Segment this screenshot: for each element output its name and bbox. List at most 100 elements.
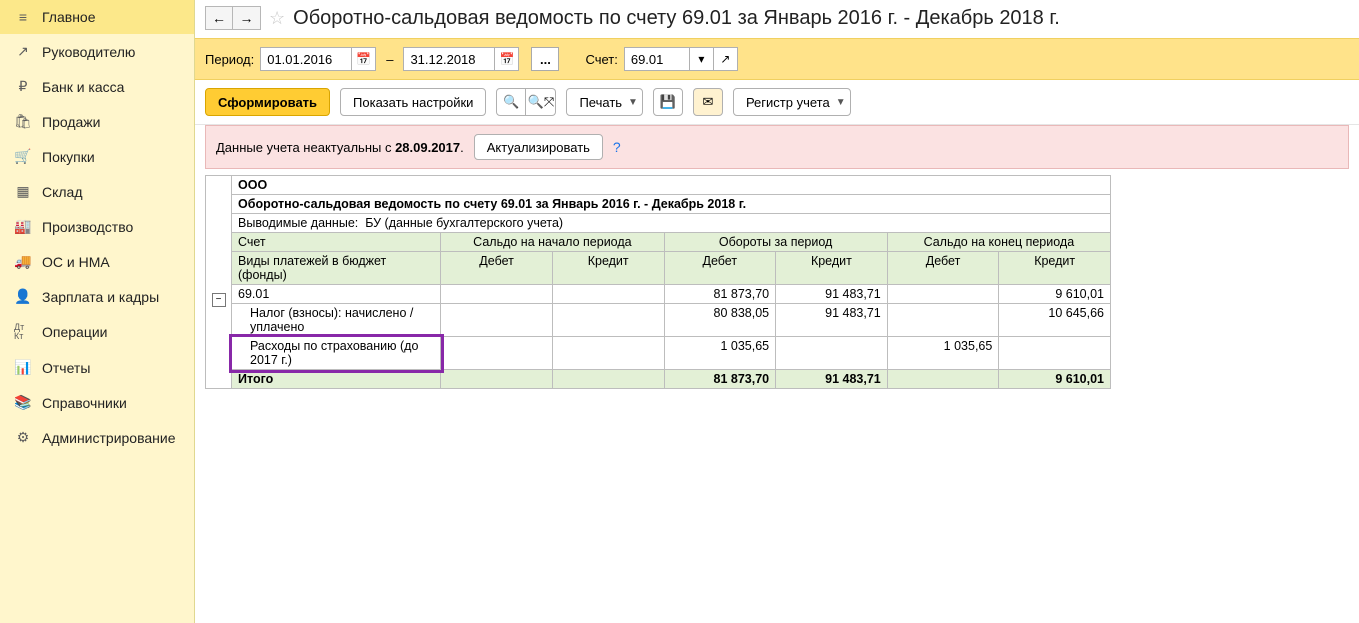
search-icon: 🔍 xyxy=(503,94,519,110)
open-icon: ↗ xyxy=(720,52,730,66)
table-total-row: Итого 81 873,70 91 483,71 9 610,01 xyxy=(232,370,1111,389)
table-row[interactable]: 69.01 81 873,70 91 483,71 9 610,01 xyxy=(232,285,1111,304)
barchart-icon: 📊 xyxy=(14,359,32,376)
command-bar: Сформировать Показать настройки 🔍 🔍⤧ Печ… xyxy=(195,80,1359,125)
register-label: Регистр учета xyxy=(746,95,830,110)
sidebar-item-warehouse[interactable]: ▦ Склад xyxy=(0,174,194,209)
email-button[interactable]: ✉ xyxy=(693,88,723,116)
sidebar-item-operations[interactable]: Дт Кт Операции xyxy=(0,314,194,350)
menu-icon: ≡ xyxy=(14,9,32,25)
params-bar: Период: 📅 – 📅 ... Счет: ▾ ↗ xyxy=(195,38,1359,80)
date-from-calendar-button[interactable]: 📅 xyxy=(352,47,376,71)
date-from-input[interactable] xyxy=(260,47,352,71)
chevron-down-icon: ▾ xyxy=(698,52,704,66)
save-button[interactable]: 💾 xyxy=(653,88,683,116)
sidebar-item-reports[interactable]: 📊 Отчеты xyxy=(0,350,194,385)
sidebar-item-label: Руководителю xyxy=(42,44,135,60)
period-dash: – xyxy=(382,52,397,67)
sidebar-item-label: Главное xyxy=(42,9,96,25)
ruble-icon: ₽ xyxy=(14,78,32,95)
sidebar: ≡Главное ↗Руководителю ₽Банк и касса 🛍Пр… xyxy=(0,0,195,623)
bag-icon: 🛍 xyxy=(14,113,32,130)
sidebar-item-label: Администрирование xyxy=(42,430,176,446)
sidebar-item-catalogs[interactable]: 📚Справочники xyxy=(0,385,194,420)
warning-bar: Данные учета неактуальны с 28.09.2017. А… xyxy=(205,125,1349,169)
sidebar-item-label: Отчеты xyxy=(42,360,90,376)
sidebar-item-purchases[interactable]: 🛒 Покупки xyxy=(0,139,194,174)
col-credit: Кредит xyxy=(999,252,1111,285)
cart-icon: 🛒 xyxy=(14,148,32,165)
col-turnover: Обороты за период xyxy=(664,233,887,252)
sidebar-item-payroll[interactable]: 👤Зарплата и кадры xyxy=(0,279,194,314)
sidebar-item-manager[interactable]: ↗ Руководителю xyxy=(0,34,194,69)
calendar-icon: 📅 xyxy=(499,52,514,66)
period-label: Период: xyxy=(205,52,254,67)
report-title-cell: Оборотно-сальдовая ведомость по счету 69… xyxy=(232,195,1111,214)
sidebar-item-label: Банк и касса xyxy=(42,79,124,95)
search-scope-button[interactable]: 🔍⤧ xyxy=(526,88,556,116)
col-credit: Кредит xyxy=(552,252,664,285)
period-picker-button[interactable]: ... xyxy=(531,47,559,71)
collapse-button[interactable]: − xyxy=(212,293,226,307)
sidebar-item-admin[interactable]: ⚙ Администрирование xyxy=(0,420,194,455)
sidebar-item-sales[interactable]: 🛍Продажи xyxy=(0,104,194,139)
sidebar-item-label: Справочники xyxy=(42,395,127,411)
outline-gutter: − xyxy=(205,175,231,389)
col-account: Счет xyxy=(232,233,441,252)
search-scope-icon: 🔍⤧ xyxy=(528,94,555,110)
nav-forward-button[interactable]: → xyxy=(233,6,261,30)
generate-label: Сформировать xyxy=(218,95,317,110)
page-title: Оборотно-сальдовая ведомость по счету 69… xyxy=(293,7,1060,30)
col-debit: Дебет xyxy=(664,252,776,285)
col-debit: Дебет xyxy=(887,252,999,285)
col-types: Виды платежей в бюджет (фонды) xyxy=(232,252,441,285)
report-area[interactable]: − ООО Оборотно-сальдовая ведомость по сч… xyxy=(205,175,1349,623)
floppy-icon: 💾 xyxy=(660,94,676,110)
chevron-down-icon: ▼ xyxy=(628,97,638,108)
help-icon[interactable]: ? xyxy=(613,139,621,155)
warning-text: Данные учета неактуальны с 28.09.2017. xyxy=(216,140,464,155)
col-opening: Сальдо на начало периода xyxy=(441,233,664,252)
chevron-down-icon: ▼ xyxy=(836,97,846,108)
favorite-star-icon[interactable]: ☆ xyxy=(269,8,285,29)
sidebar-item-label: Зарплата и кадры xyxy=(42,289,159,305)
nav-back-button[interactable]: ← xyxy=(205,6,233,30)
sidebar-item-label: Покупки xyxy=(42,149,95,165)
show-settings-button[interactable]: Показать настройки xyxy=(340,88,486,116)
sidebar-item-main[interactable]: ≡ Главное xyxy=(0,0,194,34)
calendar-icon: 📅 xyxy=(356,52,371,66)
org-cell: ООО xyxy=(232,176,1111,195)
sidebar-item-label: Операции xyxy=(42,324,108,340)
sidebar-item-label: Производство xyxy=(42,219,133,235)
generate-button[interactable]: Сформировать xyxy=(205,88,330,116)
col-credit: Кредит xyxy=(776,252,888,285)
chart-up-icon: ↗ xyxy=(14,43,32,60)
actualize-button[interactable]: Актуализировать xyxy=(474,134,603,160)
report-table: ООО Оборотно-сальдовая ведомость по счет… xyxy=(231,175,1111,389)
main-area: ← → ☆ Оборотно-сальдовая ведомость по сч… xyxy=(195,0,1359,623)
col-closing: Сальдо на конец периода xyxy=(887,233,1110,252)
account-label: Счет: xyxy=(585,52,617,67)
report-meta-cell: Выводимые данные: БУ (данные бухгалтерск… xyxy=(232,214,1111,233)
print-label: Печать xyxy=(579,95,622,110)
account-open-button[interactable]: ↗ xyxy=(714,47,738,71)
account-dropdown-button[interactable]: ▾ xyxy=(690,47,714,71)
envelope-icon: ✉ xyxy=(703,94,714,110)
print-button[interactable]: Печать ▼ xyxy=(566,88,643,116)
search-button[interactable]: 🔍 xyxy=(496,88,526,116)
sidebar-item-bank[interactable]: ₽ Банк и касса xyxy=(0,69,194,104)
grid-icon: ▦ xyxy=(14,183,32,200)
table-row-highlighted[interactable]: Расходы по страхованию (до 2017 г.) 1 03… xyxy=(232,337,1111,370)
table-row[interactable]: Налог (взносы): начислено / уплачено 80 … xyxy=(232,304,1111,337)
sidebar-item-production[interactable]: 🏭 Производство xyxy=(0,209,194,244)
gear-icon: ⚙ xyxy=(14,429,32,446)
date-to-calendar-button[interactable]: 📅 xyxy=(495,47,519,71)
date-to-input[interactable] xyxy=(403,47,495,71)
sidebar-item-label: Склад xyxy=(42,184,83,200)
sidebar-item-assets[interactable]: 🚚ОС и НМА xyxy=(0,244,194,279)
dtkt-icon: Дт Кт xyxy=(14,323,32,341)
account-input[interactable] xyxy=(624,47,690,71)
factory-icon: 🏭 xyxy=(14,218,32,235)
register-button[interactable]: Регистр учета ▼ xyxy=(733,88,851,116)
sidebar-item-label: ОС и НМА xyxy=(42,254,110,270)
